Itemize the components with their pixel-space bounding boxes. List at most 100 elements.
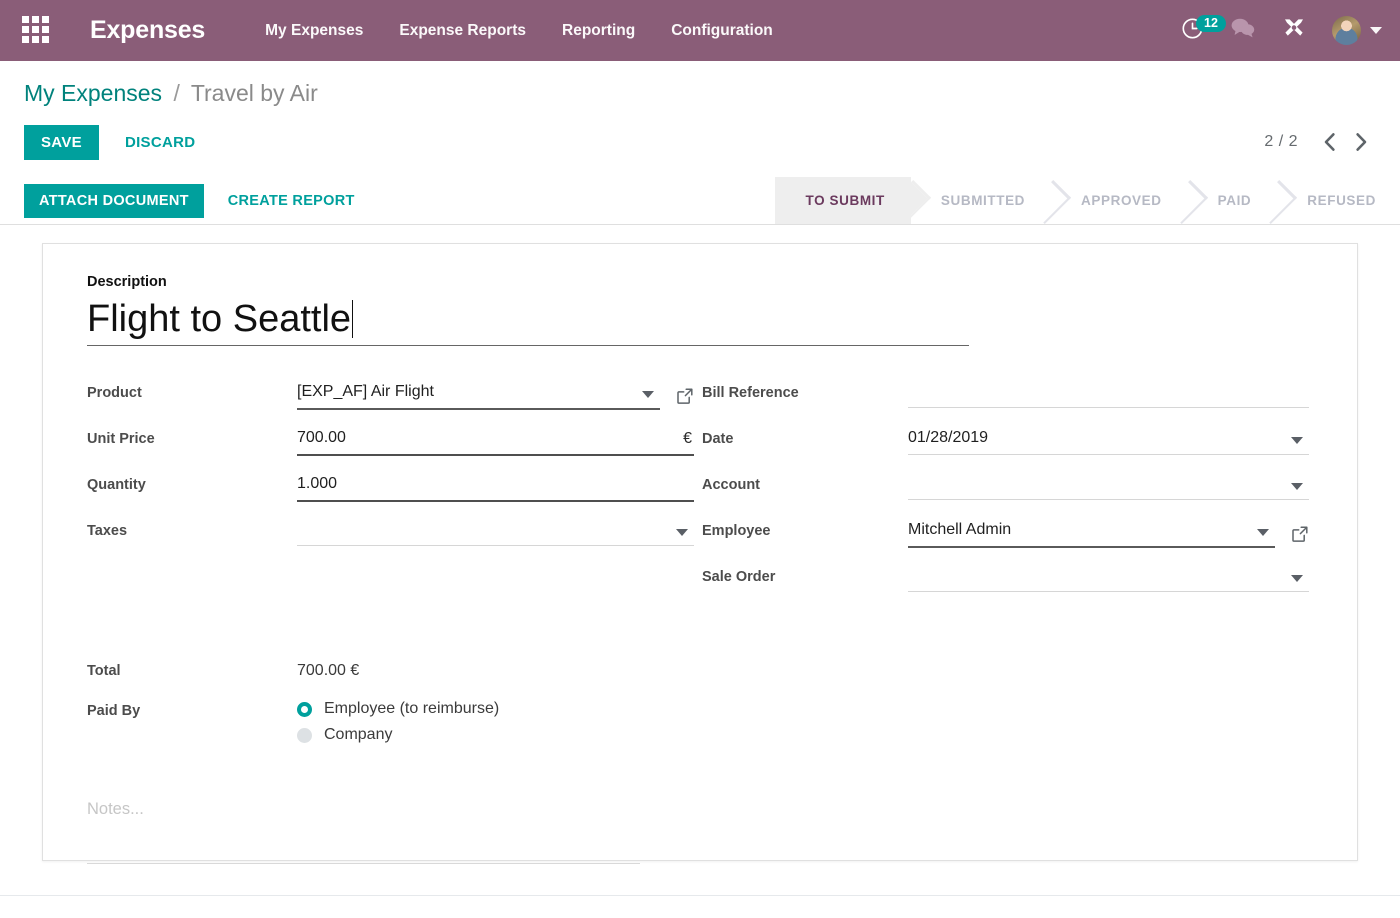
unit-price-label: Unit Price xyxy=(87,424,297,448)
status-bar: TO SUBMIT SUBMITTED APPROVED PAID REFUSE… xyxy=(775,177,1400,224)
app-brand-title[interactable]: Expenses xyxy=(90,16,205,45)
status-step-submitted[interactable]: SUBMITTED xyxy=(911,177,1051,224)
form-column-left: Product [EXP_AF] Air Flight Uni xyxy=(87,378,694,608)
employee-external-link-icon[interactable] xyxy=(1291,525,1309,543)
currency-symbol: € xyxy=(683,430,692,448)
chevron-down-icon[interactable] xyxy=(676,529,688,536)
description-value: Flight to Seattle xyxy=(87,298,351,342)
chevron-right-icon[interactable] xyxy=(1348,129,1374,155)
avatar xyxy=(1332,16,1361,45)
pager-count: 2 / 2 xyxy=(1264,133,1298,151)
main-menu: My Expenses Expense Reports Reporting Co… xyxy=(265,22,773,40)
taxes-input[interactable] xyxy=(297,516,694,546)
chevron-down-icon[interactable] xyxy=(642,391,654,398)
notes-input[interactable]: Notes... xyxy=(87,800,640,864)
quantity-label: Quantity xyxy=(87,470,297,494)
account-label: Account xyxy=(702,470,908,494)
chevron-down-icon[interactable] xyxy=(1257,529,1269,536)
activities-menu[interactable]: 12 xyxy=(1181,17,1204,45)
menu-item-configuration[interactable]: Configuration xyxy=(671,22,773,40)
sale-order-input[interactable] xyxy=(908,562,1309,592)
field-account: Account xyxy=(702,470,1309,506)
taxes-label: Taxes xyxy=(87,516,297,540)
top-navbar: Expenses My Expenses Expense Reports Rep… xyxy=(0,0,1400,61)
notes-placeholder: Notes... xyxy=(87,800,144,818)
sale-order-label: Sale Order xyxy=(702,562,908,586)
breadcrumb: My Expenses / Travel by Air xyxy=(24,81,1376,106)
menu-item-my-expenses[interactable]: My Expenses xyxy=(265,22,363,40)
radio-selected-icon[interactable] xyxy=(297,702,312,717)
form-column-right: Bill Reference Date 01/28/2019 Account xyxy=(702,378,1309,608)
menu-item-expense-reports[interactable]: Expense Reports xyxy=(399,22,526,40)
chevron-down-icon[interactable] xyxy=(1291,575,1303,582)
date-value: 01/28/2019 xyxy=(908,428,988,449)
total-label: Total xyxy=(87,656,297,680)
employee-label: Employee xyxy=(702,516,908,540)
bill-reference-input[interactable] xyxy=(908,378,1309,408)
systray: 12 xyxy=(1181,16,1386,45)
record-actions: SAVE DISCARD 2 / 2 xyxy=(24,123,1376,161)
field-taxes: Taxes xyxy=(87,516,694,552)
attach-document-button[interactable]: ATTACH DOCUMENT xyxy=(24,184,204,218)
field-total: Total 700.00 € xyxy=(87,656,1313,692)
apps-grid-icon[interactable] xyxy=(22,16,52,46)
breadcrumb-root-link[interactable]: My Expenses xyxy=(24,80,162,106)
status-step-approved[interactable]: APPROVED xyxy=(1051,177,1188,224)
paid-by-option-employee-label: Employee (to reimburse) xyxy=(324,700,499,718)
chevron-left-icon[interactable] xyxy=(1316,129,1342,155)
field-date: Date 01/28/2019 xyxy=(702,424,1309,460)
field-paid-by: Paid By Employee (to reimburse) Company xyxy=(87,696,1313,748)
description-input[interactable]: Flight to Seattle xyxy=(87,298,969,347)
field-product: Product [EXP_AF] Air Flight xyxy=(87,378,694,414)
account-input[interactable] xyxy=(908,470,1309,500)
footer-divider xyxy=(0,895,1400,896)
discard-button[interactable]: DISCARD xyxy=(109,125,211,160)
bill-reference-label: Bill Reference xyxy=(702,378,908,402)
activities-count-badge: 12 xyxy=(1196,15,1226,33)
form-sheet: Description Flight to Seattle Product [E… xyxy=(42,243,1358,861)
paid-by-label: Paid By xyxy=(87,696,297,720)
menu-item-reporting[interactable]: Reporting xyxy=(562,22,635,40)
action-bar: ATTACH DOCUMENT CREATE REPORT TO SUBMIT … xyxy=(0,177,1400,225)
chevron-down-icon[interactable] xyxy=(1291,437,1303,444)
unit-price-value: 700.00 xyxy=(297,428,346,449)
paid-by-options: Employee (to reimburse) Company xyxy=(297,696,499,748)
form-sheet-background: Description Flight to Seattle Product [E… xyxy=(0,225,1400,865)
quantity-input[interactable]: 1.000 xyxy=(297,470,694,502)
date-input[interactable]: 01/28/2019 xyxy=(908,424,1309,455)
total-value: 700.00 € xyxy=(297,662,359,680)
paid-by-option-employee[interactable]: Employee (to reimburse) xyxy=(297,696,499,722)
save-button[interactable]: SAVE xyxy=(24,125,99,160)
employee-input[interactable]: Mitchell Admin xyxy=(908,516,1275,548)
total-value-wrap: 700.00 € xyxy=(297,656,1313,686)
chevron-down-icon[interactable] xyxy=(1291,483,1303,490)
product-input[interactable]: [EXP_AF] Air Flight xyxy=(297,378,660,410)
create-report-button[interactable]: CREATE REPORT xyxy=(212,184,371,218)
field-quantity: Quantity 1.000 xyxy=(87,470,694,506)
tools-icon xyxy=(1282,16,1306,45)
quantity-value: 1.000 xyxy=(297,474,337,495)
form-columns: Product [EXP_AF] Air Flight Uni xyxy=(87,378,1313,608)
breadcrumb-current: Travel by Air xyxy=(191,80,318,106)
debug-menu[interactable] xyxy=(1282,16,1306,45)
field-bill-reference: Bill Reference xyxy=(702,378,1309,414)
paid-by-option-company-label: Company xyxy=(324,726,392,744)
field-unit-price: Unit Price 700.00 € xyxy=(87,424,694,460)
description-label: Description xyxy=(87,274,1313,291)
radio-unselected-icon[interactable] xyxy=(297,728,312,743)
product-external-link-icon[interactable] xyxy=(676,387,694,405)
action-buttons: ATTACH DOCUMENT CREATE REPORT xyxy=(0,177,371,224)
messages-menu[interactable] xyxy=(1230,17,1256,44)
unit-price-input[interactable]: 700.00 € xyxy=(297,424,694,456)
chat-bubble-icon xyxy=(1230,17,1256,44)
status-step-to-submit[interactable]: TO SUBMIT xyxy=(775,177,910,224)
caret-down-icon xyxy=(1370,27,1382,34)
text-cursor xyxy=(352,300,353,338)
date-label: Date xyxy=(702,424,908,448)
user-menu[interactable] xyxy=(1332,16,1382,45)
paid-by-option-company[interactable]: Company xyxy=(297,722,499,748)
product-value: [EXP_AF] Air Flight xyxy=(297,382,434,403)
control-panel: My Expenses / Travel by Air SAVE DISCARD… xyxy=(0,61,1400,161)
pager: 2 / 2 xyxy=(1264,129,1374,155)
status-step-refused[interactable]: REFUSED xyxy=(1277,177,1400,224)
